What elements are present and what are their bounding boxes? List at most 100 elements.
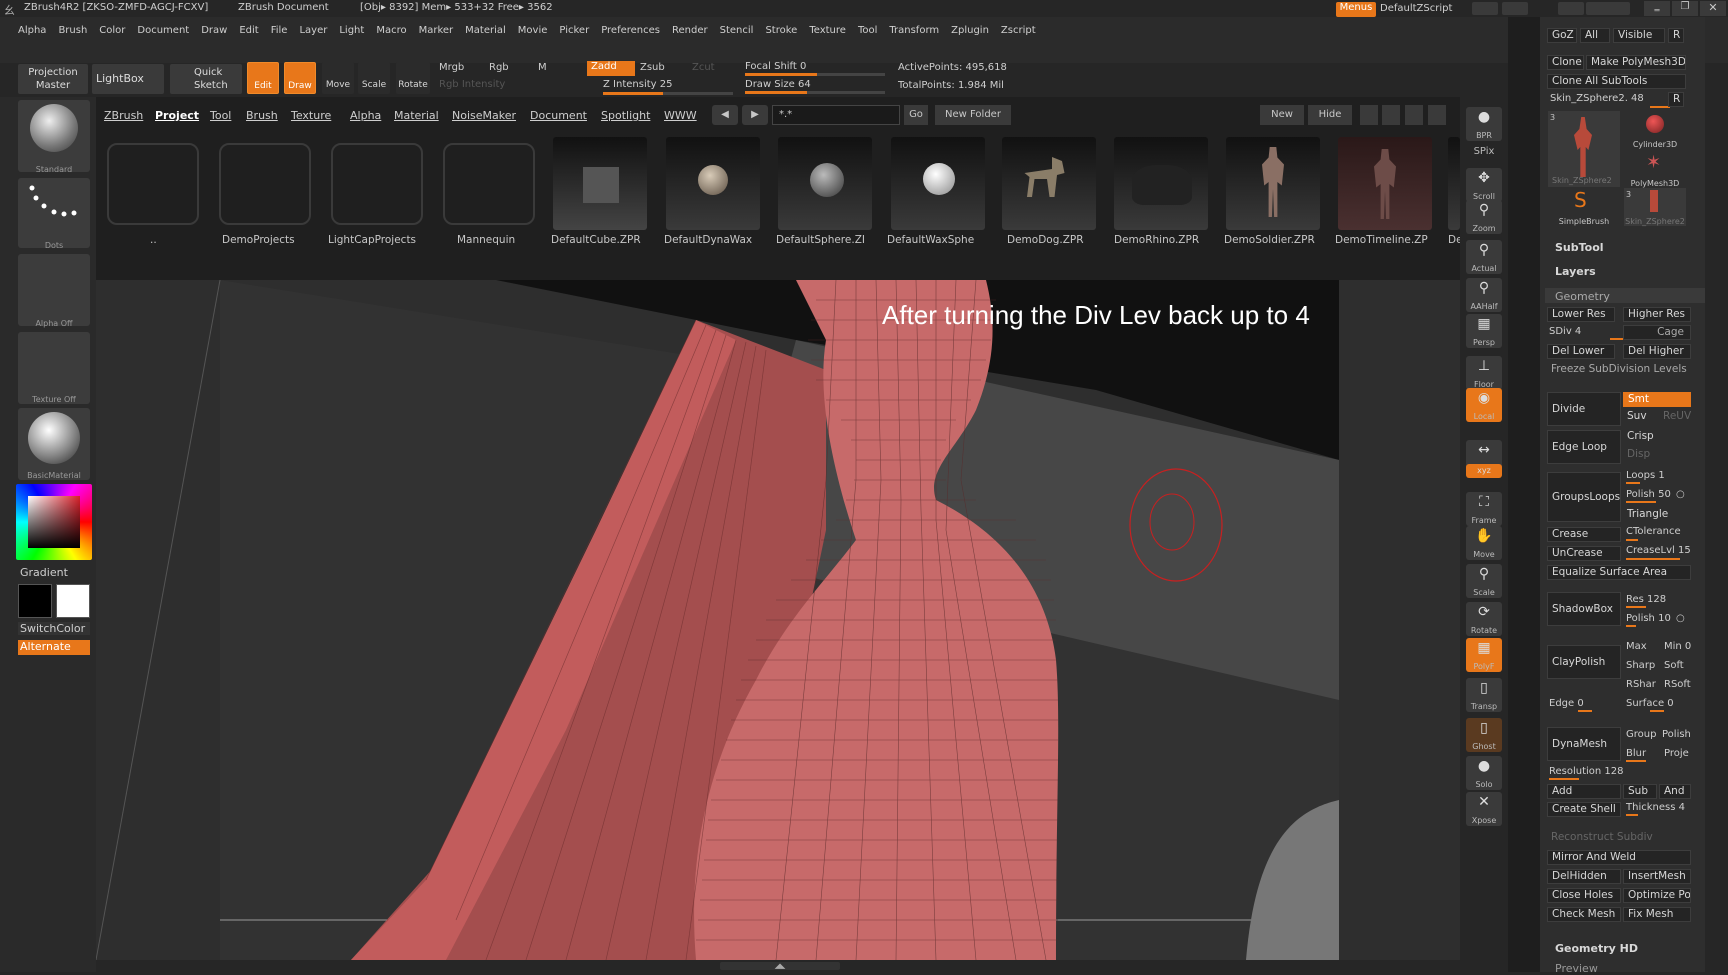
menu-material[interactable]: Material [465, 25, 506, 36]
delhidden-button[interactable]: DelHidden [1547, 869, 1621, 884]
sharp-slider[interactable]: Sharp [1626, 660, 1655, 671]
thickness-slider[interactable]: Thickness 4 [1626, 802, 1685, 813]
res-slider[interactable]: Res 128 [1626, 594, 1666, 605]
make-polymesh-button[interactable]: Make PolyMesh3D [1586, 55, 1686, 70]
menu-layer[interactable]: Layer [299, 25, 327, 36]
all-button[interactable]: All [1580, 28, 1610, 43]
canvas-viewport[interactable]: After turning the Div Lev back up to 4 [96, 280, 1460, 960]
lightbox-tab-tool[interactable]: Tool [210, 109, 231, 122]
draw-size-track[interactable] [745, 91, 885, 94]
lightbox-item-label[interactable]: DemoSoldier.ZPR [1224, 234, 1315, 246]
shadowbox-button[interactable]: ShadowBox [1547, 592, 1621, 626]
scale-button[interactable]: Scale [358, 62, 390, 94]
project-thumb-soldier[interactable] [1226, 137, 1320, 230]
secondary-color-swatch[interactable] [56, 584, 90, 618]
lightbox-tab-alpha[interactable]: Alpha [350, 109, 381, 122]
quick-sketch-button[interactable]: Quick Sketch [170, 64, 242, 94]
view-medium-icon[interactable] [1382, 105, 1400, 125]
surface-slider[interactable]: Surface 0 [1626, 698, 1674, 709]
lightbox-item-label[interactable]: DemoRhino.ZPR [1114, 234, 1199, 246]
focal-shift-track[interactable] [745, 73, 885, 76]
shadowbox-polish-slider[interactable]: Polish 10 [1626, 613, 1671, 624]
current-tool-slider[interactable]: Skin_ZSphere2. 48 [1550, 93, 1644, 104]
scroll-right-icon[interactable] [1502, 2, 1528, 15]
rotate-button[interactable]: Rotate [396, 62, 430, 94]
folder-icon[interactable] [443, 143, 535, 225]
menu-file[interactable]: File [271, 25, 288, 36]
move-button[interactable]: Move [322, 62, 354, 94]
soft-slider[interactable]: Soft [1664, 660, 1684, 671]
r-button-2[interactable]: R [1668, 92, 1684, 107]
cylinder-thumb[interactable]: Cylinder3D [1624, 111, 1686, 149]
edge-slider[interactable]: Edge 0 [1549, 698, 1584, 709]
minimize-icon[interactable]: ‗ [1644, 1, 1670, 16]
project-thumb-cube[interactable] [553, 137, 647, 230]
divide-button[interactable]: Divide [1547, 392, 1621, 426]
equalize-surface-area-button[interactable]: Equalize Surface Area [1547, 565, 1691, 580]
project-thumb-dynawax[interactable] [666, 137, 760, 230]
dynamesh-button[interactable]: DynaMesh [1547, 727, 1621, 761]
subtool-section[interactable]: SubTool [1555, 241, 1604, 254]
xyz-button[interactable]: xyz [1466, 464, 1502, 478]
suv-button[interactable]: Suv [1623, 410, 1657, 425]
menu-render[interactable]: Render [672, 25, 708, 36]
stroke-thumbnail[interactable] [18, 178, 90, 248]
ctolerance-slider[interactable]: CTolerance [1626, 526, 1681, 537]
geometry-hd-section[interactable]: Geometry HD [1555, 942, 1638, 955]
max-slider[interactable]: Max [1626, 641, 1647, 652]
lightbox-item-label[interactable]: DefaultDynaWax [664, 234, 752, 246]
lightbox-item-label[interactable]: DemoTimeline.ZP [1335, 234, 1428, 246]
menu-zscript[interactable]: Zscript [1001, 25, 1036, 36]
project-thumb-waxsphere[interactable] [891, 137, 985, 230]
rgb-button[interactable]: Rgb [489, 62, 509, 73]
prev-arrow-icon[interactable]: ◀ [712, 105, 738, 125]
polish-circle-icon[interactable]: ○ [1676, 489, 1685, 500]
view-list-icon[interactable] [1428, 105, 1446, 125]
project-thumb-rhino[interactable] [1114, 137, 1208, 230]
lightbox-tab-spotlight[interactable]: Spotlight [601, 109, 650, 122]
clone-all-subtools-button[interactable]: Clone All SubTools [1547, 74, 1686, 89]
lightbox-tab-project[interactable]: Project [155, 109, 199, 122]
view-small-icon[interactable] [1360, 105, 1378, 125]
projection-master-button[interactable]: Projection Master [18, 64, 88, 94]
z-intensity-track[interactable] [603, 92, 733, 95]
new-folder-button[interactable]: New Folder [935, 105, 1011, 125]
menu-edit[interactable]: Edit [239, 25, 258, 36]
close-holes-button[interactable]: Close Holes [1547, 888, 1621, 903]
project-thumb-timeline[interactable] [1338, 137, 1432, 230]
lightbox-tab-texture[interactable]: Texture [291, 109, 331, 122]
alpha-thumbnail[interactable] [18, 254, 90, 326]
sb-polish-circle-icon[interactable]: ○ [1676, 613, 1685, 624]
crease-button[interactable]: Crease [1547, 527, 1621, 542]
rsoft-slider[interactable]: RSoft [1664, 679, 1691, 690]
lightbox-item-label[interactable]: .. [150, 234, 157, 246]
subtool-thumb-2[interactable]: 3 Skin_ZSphere2 [1624, 188, 1686, 226]
polish-slider[interactable]: Polish 50 [1626, 489, 1671, 500]
focal-shift-slider[interactable]: Focal Shift 0 [745, 61, 806, 72]
zsub-button[interactable]: Zsub [640, 62, 665, 73]
del-lower-button[interactable]: Del Lower [1547, 344, 1615, 359]
menu-texture[interactable]: Texture [809, 25, 846, 36]
menu-transform[interactable]: Transform [889, 25, 939, 36]
primary-color-swatch[interactable] [18, 584, 52, 618]
layout-icon[interactable] [1558, 2, 1584, 15]
menu-preferences[interactable]: Preferences [601, 25, 660, 36]
menu-zplugin[interactable]: Zplugin [951, 25, 989, 36]
lightbox-tab-material[interactable]: Material [394, 109, 439, 122]
reconstruct-subdiv-button[interactable]: Reconstruct Subdiv [1547, 831, 1691, 846]
menu-document[interactable]: Document [137, 25, 189, 36]
folder-up-icon[interactable] [107, 143, 199, 225]
go-button[interactable]: Go [904, 105, 928, 125]
menus-button[interactable]: Menus [1336, 2, 1376, 17]
higher-res-button[interactable]: Higher Res [1623, 307, 1691, 322]
add-button[interactable]: Add [1547, 784, 1621, 799]
menu-tool[interactable]: Tool [858, 25, 877, 36]
lightbox-item-label[interactable]: DefaultWaxSphe [887, 234, 974, 246]
lightbox-tab-brush[interactable]: Brush [246, 109, 278, 122]
color-picker[interactable] [16, 484, 92, 560]
crisp-button[interactable]: Crisp [1623, 430, 1691, 445]
simplebrush-thumb[interactable]: S SimpleBrush [1548, 188, 1620, 226]
m-button[interactable]: M [538, 62, 547, 73]
restore-icon[interactable]: ❐ [1672, 1, 1698, 16]
brush-thumbnail[interactable] [18, 100, 90, 172]
